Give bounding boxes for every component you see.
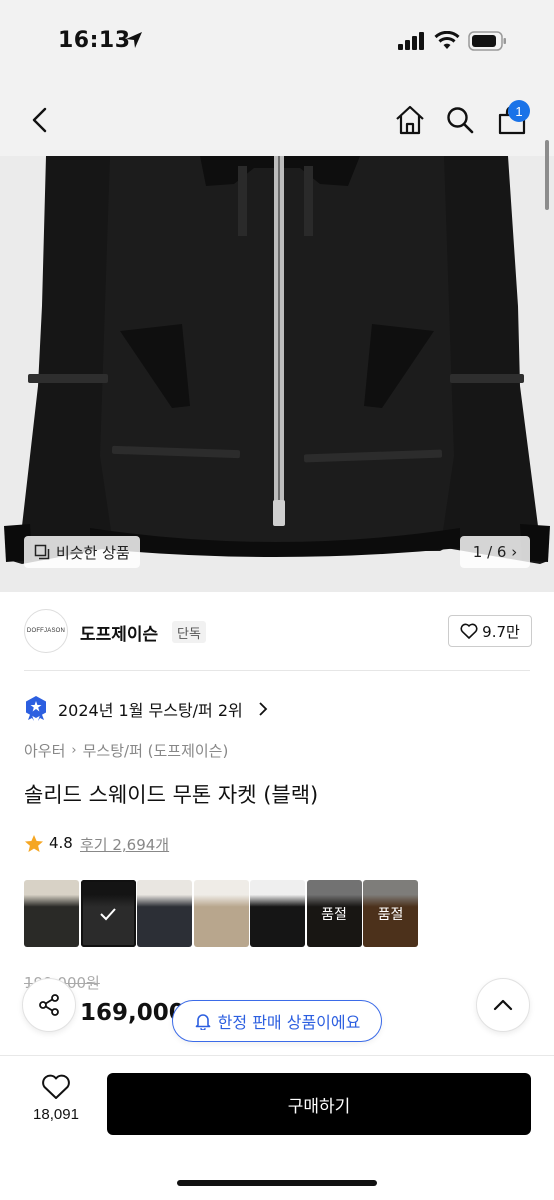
similar-items-icon [34, 544, 50, 560]
wifi-icon [434, 31, 460, 49]
status-bar: 16:13 [0, 0, 554, 88]
product-photo [0, 156, 554, 592]
ranking-link[interactable]: 2024년 1월 무스탕/퍼 2위 [58, 697, 243, 721]
color-swatch[interactable]: 품절 [306, 880, 362, 947]
sold-out-label: 품절 [363, 880, 418, 947]
chevron-left-icon [32, 107, 47, 133]
search-button[interactable] [440, 100, 480, 140]
sold-out-label: 품절 [306, 880, 362, 947]
buy-button[interactable]: 구매하기 [107, 1073, 531, 1135]
similar-products-button[interactable]: 비슷한 상품 [24, 536, 140, 568]
heart-icon [42, 1074, 70, 1099]
image-page-indicator[interactable]: 1 / 6 › [460, 536, 530, 568]
sale-price: 169,000 [80, 1000, 185, 1026]
signal-icon [398, 32, 424, 50]
scroll-to-top-button[interactable] [476, 978, 530, 1032]
home-button[interactable] [390, 100, 430, 140]
breadcrumb-separator-icon: › [71, 743, 77, 758]
color-swatch[interactable] [193, 880, 249, 947]
chevron-right-icon [259, 702, 268, 716]
limited-sale-notice[interactable]: 한정 판매 상품이에요 [172, 1000, 382, 1042]
brand-logo[interactable]: DOFFJASON [24, 609, 68, 653]
color-swatch[interactable] [24, 880, 79, 947]
reviews-link[interactable]: 후기 2,694개 [80, 834, 169, 855]
color-swatch[interactable] [80, 880, 136, 947]
color-swatch[interactable] [250, 880, 305, 947]
wishlist-button[interactable]: 18,091 [22, 1074, 90, 1134]
share-button[interactable] [22, 978, 76, 1032]
brand-name-link[interactable]: 도프제이슨 [80, 620, 158, 645]
limited-sale-text: 한정 판매 상품이에요 [217, 1013, 361, 1032]
color-swatch[interactable]: 품절 [363, 880, 418, 947]
product-image-gallery[interactable] [0, 156, 554, 592]
breadcrumb-item-outer[interactable]: 아우터 [24, 740, 65, 761]
similar-products-label: 비슷한 상품 [56, 543, 130, 562]
status-time: 16:13 [58, 28, 131, 53]
color-swatch[interactable] [137, 880, 192, 947]
breadcrumb-item-category[interactable]: 무스탕/퍼 (도프제이슨) [83, 740, 229, 761]
divider [24, 670, 530, 671]
search-icon [447, 107, 474, 134]
brand-like-button[interactable]: 9.7만 [448, 615, 532, 647]
share-icon [39, 994, 59, 1016]
heart-icon [460, 623, 478, 639]
battery-icon [468, 31, 506, 51]
product-title: 솔리드 스웨이드 무톤 자켓 (블랙) [24, 783, 319, 807]
top-nav [0, 88, 554, 156]
bell-icon [195, 1014, 210, 1030]
breadcrumb: 아우터 › 무스탕/퍼 (도프제이슨) [24, 740, 228, 761]
exclusive-badge: 단독 [172, 621, 206, 643]
wishlist-count: 18,091 [33, 1106, 79, 1123]
location-arrow-icon [126, 32, 142, 48]
back-button[interactable] [20, 100, 60, 140]
brand-like-count: 9.7만 [482, 622, 520, 641]
home-indicator [177, 1180, 377, 1186]
ranking-badge-icon [26, 696, 46, 721]
page-scrollbar[interactable] [545, 140, 549, 210]
home-icon [396, 105, 424, 135]
rating-score: 4.8 [49, 834, 73, 852]
cart-count-badge: 1 [508, 100, 530, 122]
chevron-up-icon [493, 999, 513, 1011]
star-icon [25, 835, 43, 852]
checkmark-icon [81, 880, 136, 947]
